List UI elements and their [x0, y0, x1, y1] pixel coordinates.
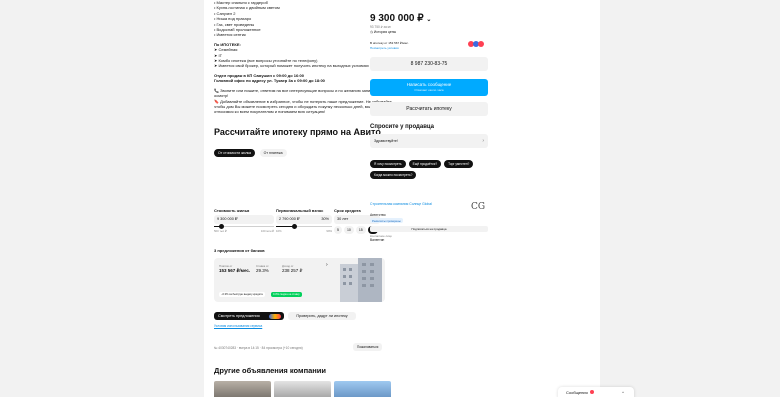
price-block: Стоимость жилья 9 300 000 ₽ 500 тыс ₽ 100…	[214, 208, 274, 233]
chevron-up-icon[interactable]: ^	[622, 387, 624, 397]
company-name[interactable]: Строительная компания Солнце Global	[370, 202, 434, 206]
listing-price: 9 300 000 ₽	[370, 13, 424, 24]
chevron-down-icon[interactable]: ⌄	[426, 17, 431, 23]
offer-tag-1: −0.3% за быструю выдачу кредита	[219, 292, 265, 297]
price-min: 500 тыс ₽	[214, 229, 227, 234]
main-column: • Мастер спальня с гардероб • Кухня-гости…	[214, 0, 394, 397]
bank-logos-icon	[269, 313, 281, 319]
price-label: Стоимость жилья	[214, 208, 250, 213]
rate-value: 29.3%	[256, 268, 269, 273]
call-note: 📞 Звоните или пишите, ответим на все инт…	[214, 87, 392, 99]
price-input[interactable]: 9 300 000 ₽	[214, 215, 274, 225]
quick-question[interactable]: Торг уместен?	[444, 160, 474, 168]
ask-seller-text: Здравствуйте!	[374, 139, 398, 143]
mortgage-conditions-link[interactable]: Посмотреть условия	[370, 46, 399, 50]
feature-list: • Мастер спальня с гардероб • Кухня-гости…	[214, 0, 394, 38]
other-listings-title: Другие объявления компании	[214, 366, 327, 375]
term-option[interactable]: 10	[343, 226, 354, 235]
price-row: 9 300 000 ₽ ⌄	[370, 13, 431, 24]
tab-from-payment[interactable]: От платежа	[259, 148, 287, 157]
term-option[interactable]: 5	[334, 226, 342, 235]
mortgage-list: ➤ Семейная ➤ IT ➤ Комбо ипотека (все вопро…	[214, 47, 394, 69]
listing-thumb-2[interactable]	[274, 381, 331, 397]
price-history-label: История цены	[373, 30, 397, 34]
down-min: 10%	[276, 229, 282, 234]
company-logo[interactable]: CG	[471, 202, 485, 212]
mortgage-line: В ипотеку от 153 567 ₽/мес.	[370, 41, 409, 45]
income-value: 238 257 ₽	[282, 268, 303, 273]
quick-question[interactable]: Когда можно посмотреть?	[370, 171, 417, 179]
office-hours-2: Головной офис по адресу ул. Тукаер 3а с …	[214, 78, 325, 84]
price-history-link[interactable]: ◷ История цены	[370, 30, 396, 34]
term-option[interactable]: 15	[355, 226, 366, 235]
building-illustration	[340, 258, 382, 302]
show-phone-button[interactable]: 8 987 230-83-75	[370, 57, 488, 71]
down-label: Первоначальный взнос	[276, 208, 324, 213]
bank-logos-icon	[468, 41, 488, 47]
terms-link[interactable]: Условия использования сервиса	[214, 324, 262, 328]
down-input[interactable]: 2 790 000 ₽ 30%	[276, 215, 332, 225]
listing-meta: № 4030740283 · вчера в 14:15 · 84 просмо…	[214, 346, 303, 350]
company-type: Агентство	[370, 213, 386, 217]
calc-mortgage-button[interactable]: Рассчитать ипотеку	[370, 102, 488, 116]
check-mortgage-button[interactable]: Проверить, дадут ли ипотеку	[288, 312, 356, 320]
see-offers-label: Смотреть предложения	[218, 314, 260, 318]
write-message-button[interactable]: Написать сообщение Отвечает около часа	[370, 79, 488, 96]
feature-item: • Имеется септик	[214, 32, 246, 38]
offer-card[interactable]: Платёж от 153 567 ₽/мес. Ставка от 29.3%…	[214, 258, 385, 302]
listing-thumb-3[interactable]	[334, 381, 391, 397]
response-time: Отвечает около часа	[414, 87, 444, 92]
price-max: 100 млн ₽	[260, 229, 274, 234]
price-slider[interactable]	[214, 224, 274, 230]
offers-count: 3 предложения от банков	[214, 248, 265, 253]
down-percent: 30%	[321, 217, 329, 222]
notification-dot	[589, 390, 594, 394]
offer-tag-2: 0.3% скидка на ставку	[271, 292, 302, 297]
payment-value: 153 567 ₽/мес.	[219, 268, 251, 273]
down-value: 2 790 000 ₽	[279, 217, 300, 222]
listing-page: • Мастер спальня с гардероб • Кухня-гости…	[204, 0, 600, 397]
calculator-title: Рассчитайте ипотеку прямо на Авито	[214, 126, 381, 137]
down-block: Первоначальный взнос 2 790 000 ₽ 30% 10% 9…	[276, 208, 332, 233]
quick-questions: Я хочу посмотреть Ещё продаётся? Торг умес…	[370, 160, 488, 179]
listing-thumb-1[interactable]	[214, 381, 271, 397]
send-icon[interactable]: ›	[482, 134, 484, 148]
tab-from-price[interactable]: От стоимости жилья	[214, 148, 256, 157]
calculator-tabs: От стоимости жилья От платежа	[214, 141, 394, 159]
down-slider[interactable]	[276, 224, 332, 230]
quick-question[interactable]: Я хочу посмотреть	[370, 160, 406, 168]
report-button[interactable]: Пожаловаться	[353, 343, 383, 351]
contact-name: Валентин	[370, 238, 385, 242]
quick-question[interactable]: Ещё продаётся?	[408, 160, 442, 168]
price-per-meter: 93 750 ₽ за м²	[370, 25, 391, 29]
ask-seller-title: Спросите у продавца	[370, 124, 434, 130]
messages-widget[interactable]: Сообщения ^	[558, 387, 634, 397]
down-max: 99%	[326, 229, 332, 234]
verified-badge: Реквизиты проверены	[370, 218, 403, 223]
see-offers-button[interactable]: Смотреть предложения	[214, 312, 284, 320]
mortgage-item: ➤ Имеется свой брокер, который поможет п…	[214, 63, 369, 69]
messages-label: Сообщения	[566, 390, 588, 395]
chevron-right-icon[interactable]: ›	[326, 262, 330, 268]
ask-seller-input[interactable]: Здравствуйте! ›	[370, 134, 488, 148]
subscribe-button[interactable]: Подписаться на продавца	[370, 226, 488, 232]
favorite-note: 🔖 Добавляйте объявление в избранное, что…	[214, 98, 393, 115]
